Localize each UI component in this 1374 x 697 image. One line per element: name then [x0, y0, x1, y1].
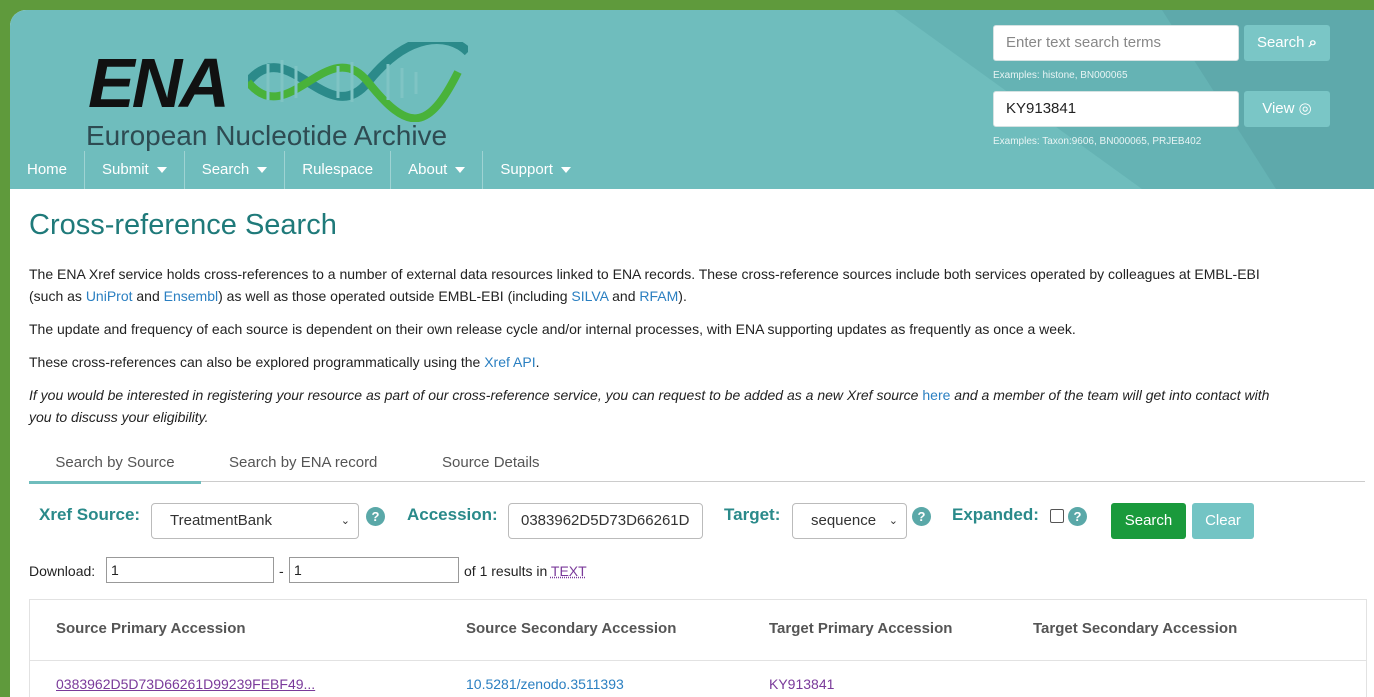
- search-examples: Examples: histone, BN000065: [993, 70, 1128, 81]
- clear-button[interactable]: Clear: [1192, 503, 1254, 539]
- nav-about-label: About: [408, 161, 448, 178]
- ena-logo[interactable]: ENA European Nucleotide Archive: [48, 26, 468, 151]
- api-text: These cross-references can also be explo…: [29, 354, 485, 370]
- dna-helix-icon: [248, 42, 468, 122]
- source-secondary-accession-link[interactable]: 10.5281/zenodo.3511393: [466, 676, 624, 692]
- intro-text-2: (such as: [29, 288, 86, 304]
- xref-api-link[interactable]: Xref API: [484, 354, 535, 370]
- view-button[interactable]: View ◎: [1244, 91, 1330, 127]
- target-icon: ◎: [1298, 100, 1312, 117]
- col-header-target-secondary: Target Secondary Accession: [1033, 620, 1238, 637]
- download-text-link[interactable]: TEXT: [551, 563, 587, 579]
- caret-down-icon: [156, 167, 167, 173]
- target-value: sequence: [811, 512, 877, 529]
- intro-and-1: and: [132, 288, 164, 304]
- silva-link[interactable]: SILVA: [571, 288, 608, 304]
- chevron-down-icon: ⌄: [340, 515, 350, 527]
- xref-source-select[interactable]: TreatmentBank ⌄: [151, 503, 359, 539]
- nav-about[interactable]: About: [391, 151, 484, 189]
- target-label: Target:: [724, 505, 781, 524]
- register-text-2: and a member of the team will get into c…: [950, 387, 1270, 403]
- download-dash: -: [279, 563, 284, 579]
- accession-input[interactable]: 0383962D5D73D66261D: [508, 503, 703, 539]
- logo-wordmark: ENA: [88, 44, 230, 122]
- tab-source-details[interactable]: Source Details: [442, 445, 540, 481]
- col-header-target-primary: Target Primary Accession: [769, 620, 953, 637]
- api-paragraph: These cross-references can also be explo…: [29, 351, 1369, 373]
- caret-down-icon: [560, 167, 571, 173]
- expanded-checkbox[interactable]: [1050, 509, 1064, 523]
- search-icon: ⌕: [1308, 34, 1318, 51]
- target-primary-accession-link[interactable]: KY913841: [769, 676, 834, 692]
- caret-down-icon: [455, 167, 466, 173]
- intro-text-1: The ENA Xref service holds cross-referen…: [29, 266, 1260, 282]
- register-paragraph: If you would be interested in registerin…: [29, 384, 1369, 428]
- help-icon[interactable]: ?: [1068, 507, 1087, 526]
- nav-rulespace-label: Rulespace: [302, 161, 374, 178]
- tab-search-by-ena-record[interactable]: Search by ENA record: [229, 445, 377, 481]
- nav-support-label: Support: [500, 161, 553, 178]
- register-text-3: you to discuss your eligibility.: [29, 409, 209, 425]
- nav-home[interactable]: Home: [10, 151, 86, 189]
- source-primary-accession-link[interactable]: 0383962D5D73D66261D99239FEBF49...: [56, 676, 315, 692]
- ensembl-link[interactable]: Ensembl: [164, 288, 218, 304]
- rfam-link[interactable]: RFAM: [639, 288, 678, 304]
- header-search-label: Search: [1256, 34, 1305, 51]
- view-label: View: [1262, 100, 1295, 117]
- col-header-source-primary: Source Primary Accession: [56, 620, 246, 637]
- nav-submit[interactable]: Submit: [85, 151, 185, 189]
- results-count-text: of 1 results in: [464, 563, 548, 579]
- view-examples: Examples: Taxon:9606, BN000065, PRJEB402: [993, 136, 1202, 147]
- download-from-input[interactable]: 1: [106, 557, 274, 583]
- view-accession-input[interactable]: KY913841: [993, 91, 1239, 127]
- register-text-1: If you would be interested in registerin…: [29, 387, 923, 403]
- expanded-label: Expanded:: [952, 505, 1039, 524]
- search-button[interactable]: Search: [1111, 503, 1186, 539]
- nav-search-label: Search: [201, 161, 250, 178]
- results-table: Source Primary Accession Source Secondar…: [29, 599, 1367, 697]
- logo-subtitle: European Nucleotide Archive: [86, 120, 448, 151]
- intro-paragraph: The ENA Xref service holds cross-referen…: [29, 263, 1369, 307]
- target-select[interactable]: sequence ⌄: [792, 503, 907, 539]
- nav-submit-label: Submit: [102, 161, 149, 178]
- help-icon[interactable]: ?: [912, 507, 931, 526]
- intro-text-3: ) as well as those operated outside EMBL…: [218, 288, 572, 304]
- nav-support[interactable]: Support: [483, 151, 588, 189]
- caret-down-icon: [257, 167, 268, 173]
- download-results-text: of 1 results in TEXT: [464, 563, 587, 579]
- intro-end: ).: [678, 288, 687, 304]
- main-nav: Home Submit Search Rulespace About Suppo…: [10, 151, 588, 189]
- register-here-link[interactable]: here: [922, 387, 950, 403]
- text-search-input[interactable]: Enter text search terms: [993, 25, 1239, 61]
- page-frame: ENA European Nucleotide Archive Enter te…: [10, 10, 1374, 697]
- help-icon[interactable]: ?: [366, 507, 385, 526]
- tab-search-by-source[interactable]: Search by Source: [29, 445, 201, 484]
- nav-search[interactable]: Search: [185, 151, 286, 189]
- accession-label: Accession:: [407, 505, 498, 524]
- header-search-button[interactable]: Search ⌕: [1244, 25, 1330, 61]
- nav-home-label: Home: [27, 161, 68, 178]
- nav-rulespace[interactable]: Rulespace: [285, 151, 392, 189]
- download-label: Download:: [29, 563, 96, 579]
- intro-and-2: and: [608, 288, 640, 304]
- table-divider: [30, 660, 1366, 661]
- page-title: Cross-reference Search: [29, 209, 337, 241]
- download-to-input[interactable]: 1: [289, 557, 459, 583]
- uniprot-link[interactable]: UniProt: [86, 288, 133, 304]
- col-header-source-secondary: Source Secondary Accession: [466, 620, 677, 637]
- xref-source-value: TreatmentBank: [170, 512, 272, 529]
- site-header: ENA European Nucleotide Archive Enter te…: [10, 10, 1374, 189]
- search-tabs: Search by Source Search by ENA record So…: [29, 445, 1365, 484]
- xref-source-label: Xref Source:: [39, 505, 141, 524]
- chevron-down-icon: ⌄: [888, 515, 898, 527]
- update-paragraph: The update and frequency of each source …: [29, 321, 1076, 337]
- api-end: .: [535, 354, 540, 370]
